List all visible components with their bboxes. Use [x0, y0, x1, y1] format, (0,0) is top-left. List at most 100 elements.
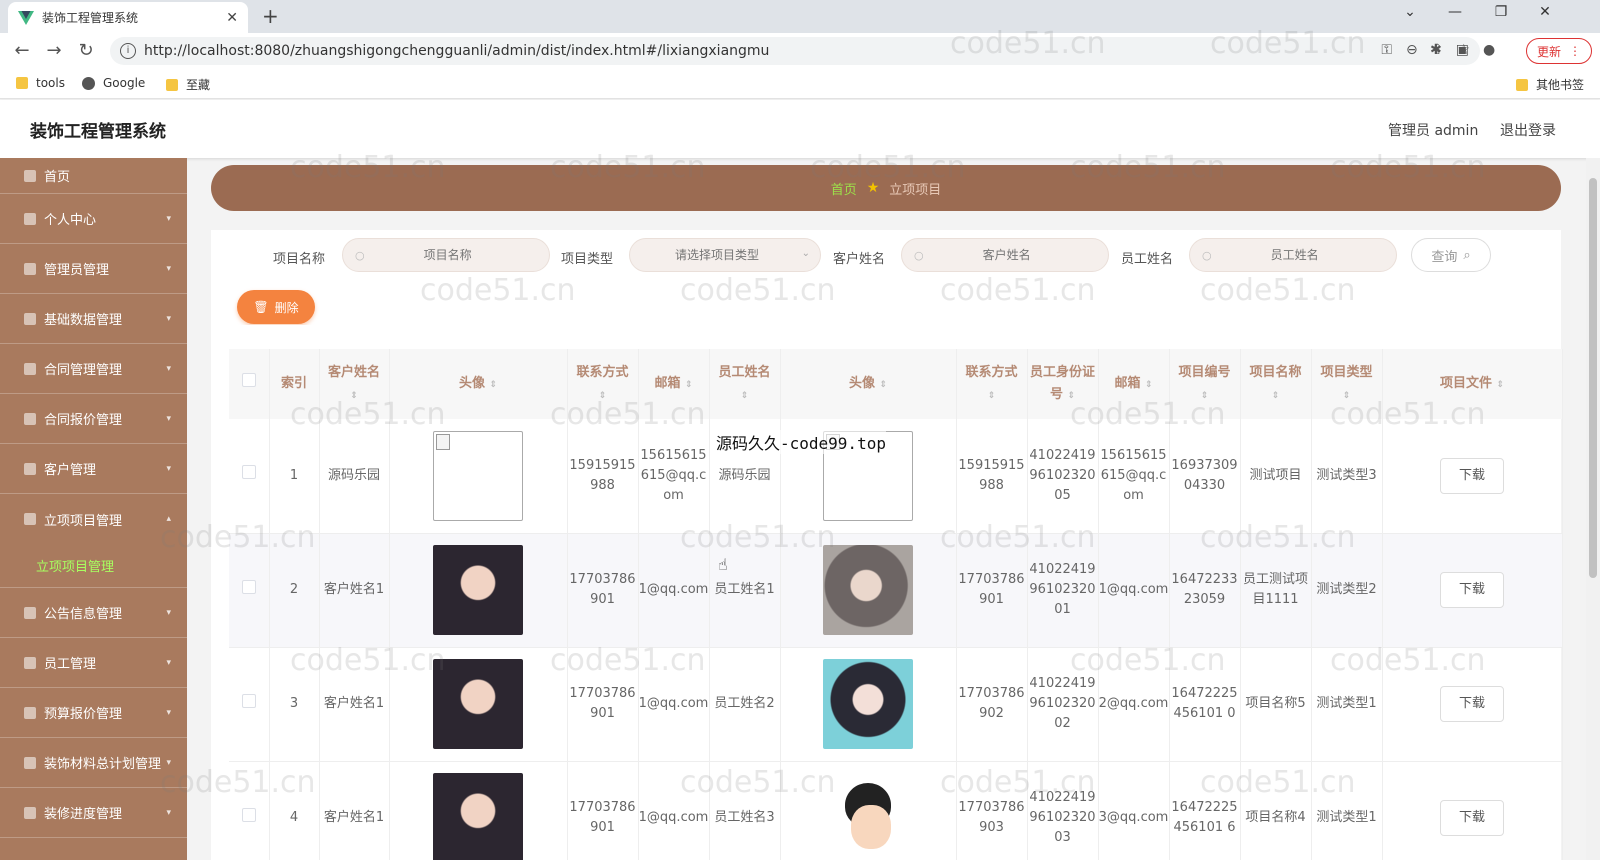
sort-icon[interactable]: ⇕ [1343, 385, 1351, 407]
row-checkbox[interactable] [229, 533, 270, 648]
restore-icon[interactable]: ❐ [1486, 4, 1516, 20]
breadcrumb-current: 立项项目 [889, 182, 942, 198]
customer-name-field[interactable]: ○ [901, 238, 1109, 272]
menu-icon [24, 656, 36, 669]
download-button[interactable]: 下载 [1440, 572, 1504, 608]
sort-icon[interactable]: ⇕ [1497, 374, 1505, 396]
checkbox[interactable] [241, 465, 256, 480]
sort-icon[interactable]: ⇕ [685, 374, 693, 396]
sort-icon[interactable]: ⇕ [1201, 385, 1209, 407]
project-type-input[interactable] [642, 248, 792, 262]
scrollbar-thumb[interactable] [1589, 178, 1597, 578]
sidebar-subitem-projects[interactable]: 立项项目管理 [0, 544, 187, 588]
avatar-photo [823, 659, 913, 749]
col-employee-id[interactable]: 员工身份证号 ⇕ [1027, 349, 1099, 419]
sort-icon[interactable]: ⇕ [490, 374, 498, 396]
browser-tab[interactable]: 装饰工程管理系统 ✕ [8, 2, 248, 33]
sidebar-item-notices[interactable]: 公告信息管理 ▾ [0, 588, 187, 638]
bookmark-tools[interactable]: tools [16, 76, 65, 90]
minimize-icon[interactable]: — [1440, 4, 1470, 20]
bookmark-google[interactable]: Google [82, 76, 145, 90]
employee-name-input[interactable] [1219, 248, 1370, 262]
table-row[interactable]: 4 客户姓名1 17703786901 1@qq.com 员工姓名3 17703… [229, 761, 1563, 860]
tab-search-icon[interactable]: ⌄ [1395, 4, 1425, 20]
delete-button[interactable]: 🗑 删除 [237, 290, 315, 324]
sort-icon[interactable]: ⇕ [1272, 385, 1280, 407]
key-icon[interactable]: ⚿ [1381, 42, 1392, 58]
col-employee-avatar[interactable]: 头像 ⇕ [780, 349, 957, 419]
checkbox[interactable] [241, 807, 256, 822]
sidebar-item-customers[interactable]: 客户管理 ▾ [0, 444, 187, 494]
checkbox[interactable] [241, 373, 256, 387]
employee-name-field[interactable]: ○ [1189, 238, 1397, 272]
col-customer-name[interactable]: 客户姓名 ⇕ [319, 349, 390, 419]
row-checkbox[interactable] [229, 419, 270, 534]
forward-icon[interactable]: → [42, 40, 66, 61]
project-name-field[interactable]: ○ [342, 238, 550, 272]
sidebar-item-employees[interactable]: 员工管理 ▾ [0, 638, 187, 688]
side-panel-icon[interactable]: ▣ [1456, 42, 1469, 58]
table-row[interactable]: 1 源码乐园 15915915988 15615615615@qq.com 源码… [229, 419, 1563, 534]
col-employee-email[interactable]: 邮箱 ⇕ [1098, 349, 1170, 419]
other-bookmarks[interactable]: 其他书签 [1516, 76, 1584, 93]
col-project-name[interactable]: 项目名称 ⇕ [1240, 349, 1312, 419]
col-project-type[interactable]: 项目类型 ⇕ [1311, 349, 1383, 419]
sidebar-item-contract-quotes[interactable]: 合同报价管理 ▾ [0, 394, 187, 444]
col-employee-phone[interactable]: 联系方式 ⇕ [956, 349, 1028, 419]
col-customer-email[interactable]: 邮箱 ⇕ [638, 349, 710, 419]
sort-icon[interactable]: ⇕ [350, 385, 358, 407]
breadcrumb-home[interactable]: 首页 [831, 179, 857, 198]
extensions-icon[interactable]: ✱ [1430, 42, 1442, 58]
cell-employee-id: 410224199610232005 [1027, 419, 1099, 534]
profile-icon[interactable]: ● [1483, 42, 1495, 58]
sort-icon[interactable]: ⇕ [988, 385, 996, 407]
col-project-file[interactable]: 项目文件 ⇕ [1382, 349, 1563, 419]
download-button[interactable]: 下载 [1440, 800, 1504, 836]
checkbox[interactable] [241, 579, 256, 594]
tab-close-icon[interactable]: ✕ [226, 10, 238, 26]
sidebar-item-projects[interactable]: 立项项目管理 ▴ [0, 494, 187, 544]
sidebar-item-materials[interactable]: 装饰材料总计划管理 ▾ [0, 738, 187, 788]
query-button[interactable]: 查询 ⌕ [1411, 238, 1491, 272]
project-name-input[interactable] [372, 248, 523, 262]
row-checkbox[interactable] [229, 761, 270, 860]
row-checkbox[interactable] [229, 647, 270, 762]
sidebar-item-budgets[interactable]: 预算报价管理 ▾ [0, 688, 187, 738]
select-all-checkbox[interactable] [229, 349, 270, 419]
sidebar-item-basic-data[interactable]: 基础数据管理 ▾ [0, 294, 187, 344]
sort-icon[interactable]: ⇕ [599, 385, 607, 407]
col-customer-avatar[interactable]: 头像 ⇕ [389, 349, 568, 419]
checkbox[interactable] [241, 693, 256, 708]
zoom-icon[interactable]: ⊖ [1406, 42, 1418, 58]
sidebar-item-profile[interactable]: 个人中心 ▾ [0, 194, 187, 244]
sort-icon[interactable]: ⇕ [741, 385, 749, 407]
bookmark-folder[interactable]: 至藏 [166, 76, 210, 93]
col-customer-phone[interactable]: 联系方式 ⇕ [567, 349, 639, 419]
back-icon[interactable]: ← [10, 40, 34, 61]
col-employee-name[interactable]: 员工姓名 ⇕ [709, 349, 781, 419]
sort-icon[interactable]: ⇕ [880, 374, 888, 396]
reload-icon[interactable]: ↻ [74, 40, 98, 61]
new-tab-icon[interactable]: + [262, 4, 279, 28]
sidebar-item-contracts[interactable]: 合同管理管理 ▾ [0, 344, 187, 394]
download-button[interactable]: 下载 [1440, 686, 1504, 722]
sort-icon[interactable]: ⇕ [1145, 374, 1153, 396]
table-row[interactable]: 3 客户姓名1 17703786901 1@qq.com 员工姓名2 17703… [229, 647, 1563, 762]
page-scrollbar[interactable] [1586, 158, 1600, 860]
col-project-no[interactable]: 项目编号 ⇕ [1169, 349, 1241, 419]
sort-icon[interactable]: ⇕ [1068, 385, 1076, 407]
cell-project-type: 测试类型1 [1311, 761, 1383, 860]
sidebar-item-label: 员工管理 [44, 657, 97, 672]
sidebar-item-progress[interactable]: 装修进度管理 ▾ [0, 788, 187, 838]
update-button[interactable]: 更新 ⋮ [1526, 38, 1592, 64]
url-field[interactable]: i http://localhost:8080/zhuangshigongche… [110, 37, 1480, 65]
sidebar-item-admins[interactable]: 管理员管理 ▾ [0, 244, 187, 294]
info-icon[interactable]: i [120, 43, 136, 59]
customer-name-input[interactable] [931, 248, 1082, 262]
sidebar-item-home[interactable]: 首页 [0, 158, 187, 194]
window-close-icon[interactable]: ✕ [1530, 4, 1560, 20]
project-type-select[interactable]: ⌄ [629, 238, 821, 272]
logout-link[interactable]: 退出登录 [1500, 120, 1556, 140]
download-button[interactable]: 下载 [1440, 457, 1504, 494]
table-row[interactable]: 2 客户姓名1 17703786901 1@qq.com 员工姓名1 17703… [229, 533, 1563, 648]
